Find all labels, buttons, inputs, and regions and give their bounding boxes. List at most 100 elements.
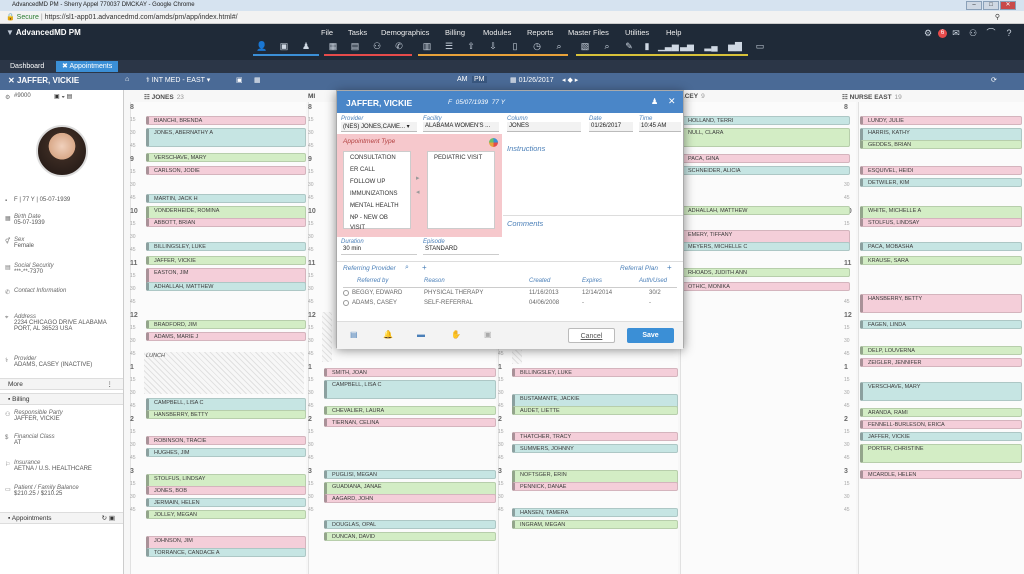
settings-icon[interactable]: ⚙ [921,28,935,39]
ledger-icon[interactable]: ▥ [420,41,434,52]
contact-info[interactable]: ✆ Contact Information [5,288,120,296]
menu-file[interactable]: File [321,28,333,37]
download-icon[interactable]: ⇩ [486,41,500,52]
tab-appointments[interactable]: ✖ Appointments [56,61,119,72]
referring-provider-label: Referring Provider [343,265,396,272]
mail-icon[interactable]: ✉ [949,28,963,39]
selected-types-list[interactable]: PEDIATRIC VISIT [427,151,495,229]
appointment-type-option[interactable]: ER CALL [344,164,410,176]
referral-radio[interactable] [343,300,349,306]
move-left-icon[interactable]: ◂ [416,188,420,196]
calendar-view-icon[interactable]: ▣ [236,76,243,84]
list-icon[interactable]: ☰ [442,41,456,52]
menu-modules[interactable]: Modules [483,28,511,37]
patient-icon[interactable]: ♟ [651,97,658,106]
print-icon[interactable]: ▤ [350,330,358,339]
bar-chart-icon[interactable]: ▁▃▅ [658,41,679,52]
secure-label: Secure [16,14,39,21]
time-field[interactable]: Time 10:45 AM [639,116,681,132]
user-search-icon[interactable]: ⚇ [370,41,384,52]
menu-master-files[interactable]: Master Files [568,28,609,37]
phone-icon[interactable]: ✆ [392,41,406,52]
bar-chart-user-icon[interactable]: ▃▅ [680,41,694,52]
dialog-demographics: F 05/07/1939 77 Y [448,99,506,106]
upload-icon[interactable]: ⇧ [464,41,478,52]
grid-view-icon[interactable]: ▦ [254,76,261,84]
instructions-field[interactable] [503,138,683,216]
appointment-type-option[interactable]: CONSULTATION [344,152,410,164]
home-icon[interactable]: ⌂ [125,76,129,83]
cancel-button[interactable]: Cancel [568,328,615,343]
patient-card-icon[interactable]: ▣ [277,41,291,52]
patient-icon[interactable]: 👤 [255,41,269,52]
hand-icon[interactable]: ✋ [451,330,461,339]
address-bar[interactable]: 🔒 Secure | https://sl1-app01.advancedmd.… [0,11,1024,24]
report-search-icon[interactable]: ⌕ [600,41,614,52]
patient-name[interactable]: ✕ JAFFER, VICKIE [8,76,79,85]
column-tools[interactable]: ▣ ◒ ▤ [54,93,72,100]
minimize-button[interactable]: – [966,1,982,10]
ref-header-by: Referred by [357,278,389,284]
provider-field[interactable]: Provider (NES) JONES,CAME... ▾ [341,116,417,132]
billing-section[interactable]: ▪ Billing [0,393,123,405]
edit-icon[interactable]: ▮ [640,41,654,52]
document-icon[interactable]: ▯ [508,41,522,52]
date-nav-arrows[interactable]: ◂ ◆ ▸ [562,76,578,84]
help-icon[interactable]: ? [1002,28,1016,39]
appointment-type-option[interactable]: MENTAL HEALTH ... [344,200,410,219]
menu-billing[interactable]: Billing [445,28,465,37]
bar-chart-alt-icon[interactable]: ▂▄ [704,41,718,52]
card-icon[interactable]: ▣ [484,330,492,339]
menu-demographics[interactable]: Demographics [381,28,429,37]
notification-badge[interactable]: 6 [938,29,947,38]
calendar-icon[interactable]: ▦ [326,41,340,52]
folder-icon[interactable]: ▬ [417,330,425,339]
family-icon[interactable]: ♟ [299,41,313,52]
maximize-button[interactable]: □ [983,1,999,10]
appointment-type-option[interactable]: IMMUNIZATIONS ... [344,188,410,207]
clock-icon[interactable]: ◷ [530,41,544,52]
add-referring-icon[interactable]: + [422,263,427,272]
url-text[interactable]: https://sl1-app01.advancedmd.com/amds/pm… [45,14,238,21]
report-icon[interactable]: ▧ [578,41,592,52]
duration-field[interactable]: Duration 30 min [341,239,417,255]
close-window-button[interactable]: ✕ [1000,1,1016,10]
monitor-icon[interactable]: ▭ [753,41,767,52]
color-wheel-icon[interactable] [489,138,498,147]
am-toggle[interactable]: AM [457,76,468,83]
move-right-icon[interactable]: ▸ [416,174,420,182]
menu-utilities[interactable]: Utilities [625,28,649,37]
refresh-icon[interactable]: ⟳ [991,76,997,84]
referral-radio[interactable] [343,290,349,296]
schedule-icon[interactable]: ▤ [348,41,362,52]
date-picker[interactable]: ▦ 01/26/2017 [510,76,554,84]
column-field[interactable]: Column JONES [507,116,581,132]
tab-dashboard[interactable]: Dashboard [4,61,50,72]
facility-select[interactable]: ⚕ INT MED - EAST ▾ [146,76,210,84]
available-types-list[interactable]: CONSULTATION ER CALL FOLLOW UP IMMUNIZATION… [343,151,411,231]
date-field[interactable]: Date 01/26/2017 [589,116,633,132]
appointment-type-option[interactable]: NP - NEW OB VISIT [344,212,410,231]
close-icon[interactable]: ✕ [668,96,676,107]
key-icon[interactable]: ⚲ [995,11,1000,24]
menu-tasks[interactable]: Tasks [348,28,367,37]
save-button[interactable]: Save [627,328,674,343]
bell-icon[interactable]: 🔔 [383,330,393,339]
menu-reports[interactable]: Reports [527,28,553,37]
search-doc-icon[interactable]: ⌕ [552,41,566,52]
appointment-type-option[interactable]: FOLLOW UP [344,176,410,188]
add-referral-icon[interactable]: + [667,263,672,272]
comments-field[interactable] [503,216,683,261]
pm-toggle[interactable]: PM [472,76,487,83]
episode-field[interactable]: Episode STANDARD [423,239,499,255]
appointments-section[interactable]: ▪ Appointments ↻ ▣ [0,512,123,524]
user-menu-icon[interactable]: ⚇ [966,28,980,39]
selected-type-option[interactable]: PEDIATRIC VISIT [428,152,494,164]
search-icon[interactable]: ⌕ [405,264,409,272]
referral-plan-label[interactable]: Referral Plan [620,265,658,272]
more-link[interactable]: More ⋮ [0,378,123,390]
facility-field[interactable]: Facility ALABAMA WOMEN'S ... [423,116,499,132]
tag-icon[interactable]: ✎ [622,41,636,52]
bar-chart-plus-icon[interactable]: ▅▇ [728,41,742,52]
menu-help[interactable]: Help [666,28,681,37]
